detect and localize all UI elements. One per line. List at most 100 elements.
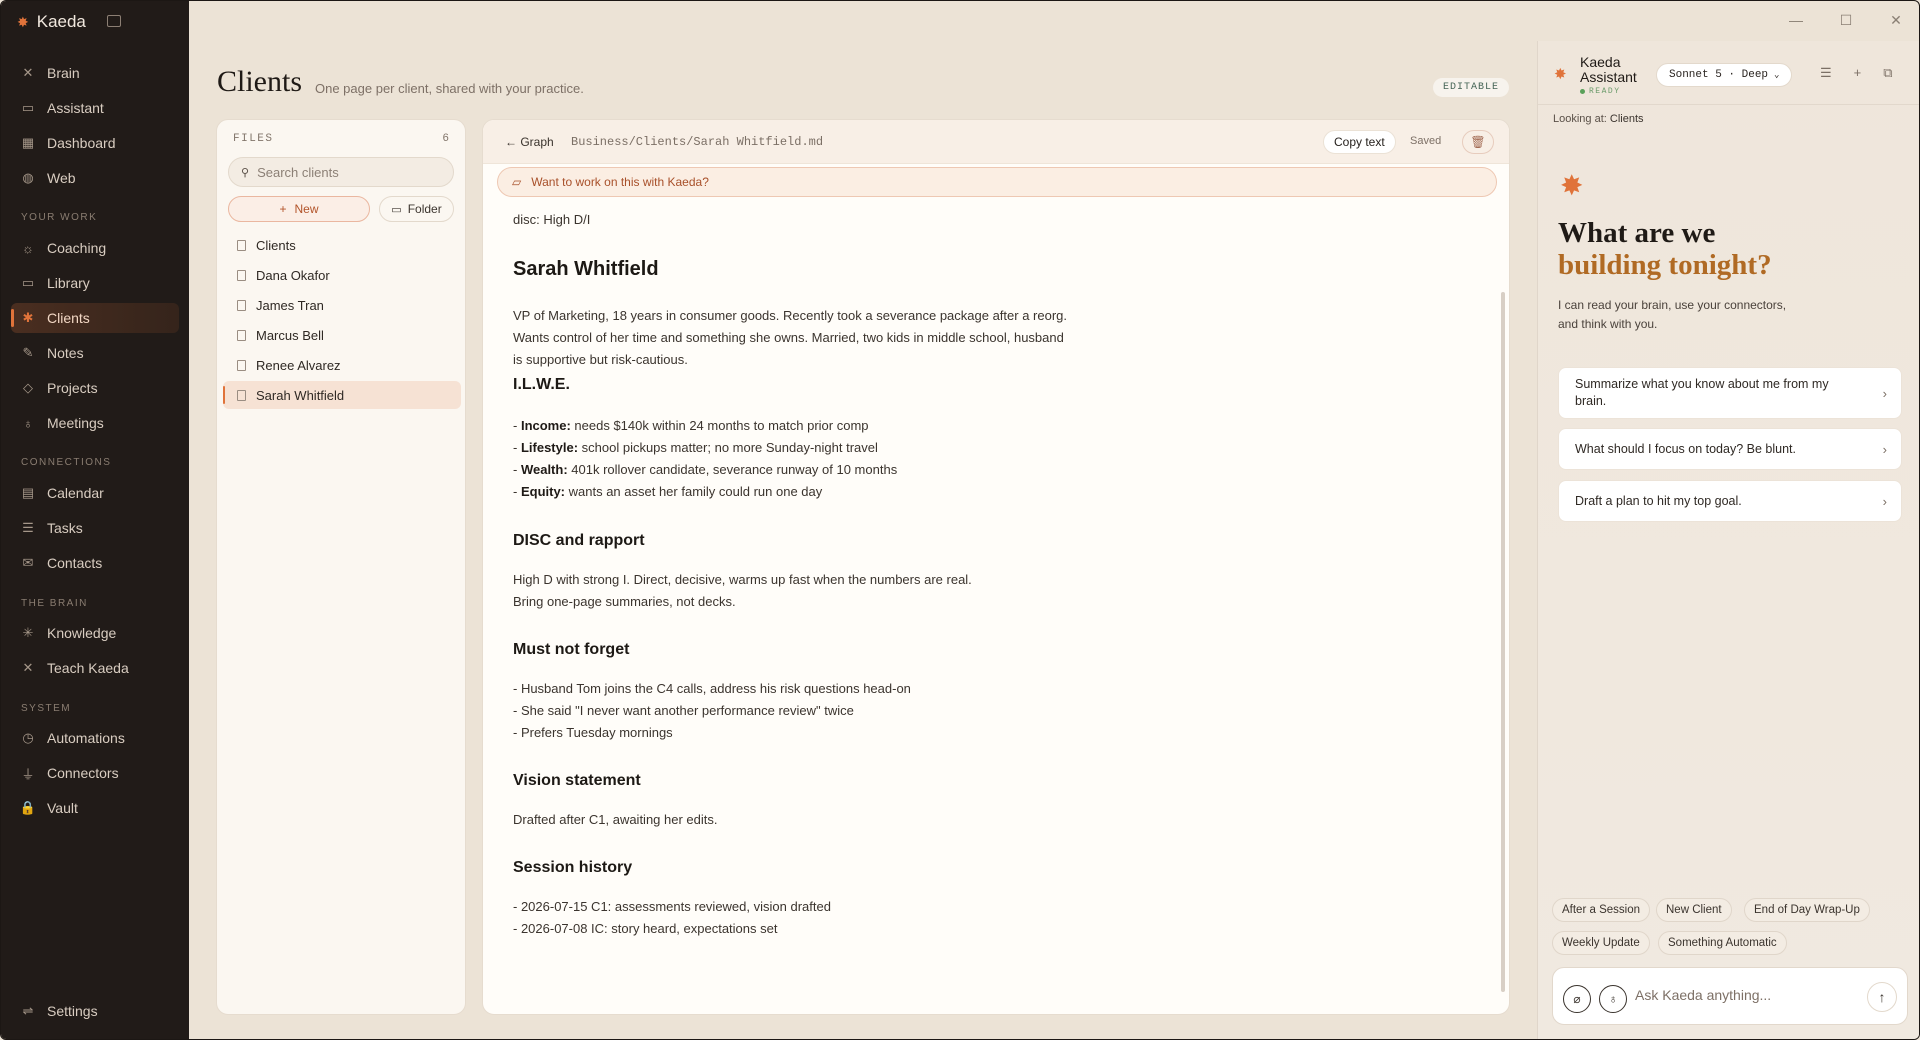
editor-panel: ← Graph Business/Clients/Sarah Whitfield…	[482, 119, 1510, 1015]
file-item-renee-alvarez[interactable]: Renee Alvarez	[223, 351, 461, 379]
sidebar-item-connectors[interactable]: ⏚ Connectors	[11, 758, 179, 788]
editor-scrollbar[interactable]	[1501, 292, 1505, 992]
quick-action-chip[interactable]: After a Session	[1552, 898, 1650, 922]
file-item-dana-okafor[interactable]: Dana Okafor	[223, 261, 461, 289]
heading-disc: DISC and rapport	[513, 532, 645, 549]
sidebar-item-projects[interactable]: ◇ Projects	[11, 373, 179, 403]
sidebar-item-meetings[interactable]: ♁ Meetings	[11, 408, 179, 438]
quick-action-chip[interactable]: End of Day Wrap-Up	[1744, 898, 1870, 922]
send-arrow-icon[interactable]: ↑	[1867, 982, 1897, 1012]
suggestion-card[interactable]: Draft a plan to hit my top goal. ›	[1558, 480, 1902, 522]
mnf-item: - Prefers Tuesday mornings	[513, 725, 673, 740]
sidebar-item-assistant[interactable]: ▭ Assistant	[11, 93, 179, 123]
sidebar-item-tasks[interactable]: ☰ Tasks	[11, 513, 179, 543]
mnf-item: - Husband Tom joins the C4 calls, addres…	[513, 681, 911, 696]
network-icon: ✕	[22, 660, 34, 675]
quick-action-chip[interactable]: New Client	[1656, 898, 1732, 922]
minimize-icon[interactable]: —	[1789, 12, 1803, 28]
chat-icon: ▭	[21, 100, 35, 115]
attach-paperclip-icon[interactable]: ⌀	[1563, 985, 1591, 1013]
history-item: - 2026-07-15 C1: assessments reviewed, v…	[513, 899, 831, 914]
sidebar-toggle-icon[interactable]	[107, 15, 121, 27]
heading-must-not-forget: Must not forget	[513, 641, 630, 658]
editor-toolbar: ← Graph Business/Clients/Sarah Whitfield…	[483, 120, 1509, 164]
brand: ✸ Kaeda	[17, 11, 86, 33]
file-label: James Tran	[256, 297, 324, 313]
sidebar-item-label: Tasks	[47, 520, 83, 536]
heading-vision: Vision statement	[513, 772, 641, 789]
suggestion-card[interactable]: What should I focus on today? Be blunt. ›	[1558, 428, 1902, 470]
file-item-sarah-whitfield[interactable]: Sarah Whitfield	[223, 381, 461, 409]
sparkle-icon: ✳	[22, 625, 34, 640]
microphone-icon[interactable]: ♁	[1599, 985, 1627, 1013]
file-item-marcus-bell[interactable]: Marcus Bell	[223, 321, 461, 349]
calendar-icon: ▤	[21, 485, 35, 500]
sidebar-item-automations[interactable]: ◷ Automations	[11, 723, 179, 753]
looking-at: Looking at: Clients	[1553, 113, 1644, 125]
sidebar-item-label: Clients	[47, 310, 90, 326]
sidebar-item-label: Dashboard	[47, 135, 116, 151]
sidebar-item-knowledge[interactable]: ✳ Knowledge	[11, 618, 179, 648]
grid-icon: ▦	[21, 135, 35, 150]
pop-out-icon[interactable]: ⧉	[1883, 65, 1892, 81]
quick-action-chip[interactable]: Weekly Update	[1552, 931, 1650, 955]
looking-label: Looking at:	[1553, 113, 1607, 125]
sidebar-item-label: Automations	[47, 730, 125, 746]
files-count: 6	[442, 133, 449, 145]
new-file-button[interactable]: + New	[228, 196, 370, 222]
maple-leaf-icon: ✸	[1554, 66, 1567, 83]
sidebar-item-settings[interactable]: ⇌ Settings	[11, 996, 179, 1026]
ilwe-key: Equity:	[520, 484, 566, 499]
disc-line: High D with strong I. Direct, decisive, …	[513, 572, 972, 587]
maximize-icon[interactable]: ☐	[1839, 12, 1853, 28]
suggestion-text: What should I focus on today? Be blunt.	[1575, 441, 1796, 456]
chevron-right-icon: ›	[1882, 494, 1887, 509]
quick-action-chip[interactable]: Something Automatic	[1658, 931, 1787, 955]
sidebar-item-calendar[interactable]: ▤ Calendar	[11, 478, 179, 508]
model-selector[interactable]: Sonnet 5 · Deep ⌄	[1656, 63, 1793, 87]
trash-icon[interactable]: 🗑	[1462, 130, 1494, 154]
suggestion-card[interactable]: Summarize what you know about me from my…	[1558, 367, 1902, 419]
sidebar-item-coaching[interactable]: ☼ Coaching	[11, 233, 179, 263]
sidebar-item-library[interactable]: ▭ Library	[11, 268, 179, 298]
sidebar-item-contacts[interactable]: ✉ Contacts	[11, 548, 179, 578]
sidebar-item-label: Brain	[47, 65, 80, 81]
app-window: ✸ Kaeda ✕ Brain ▭ Assistant ▦ Dashboard ◍ We…	[0, 0, 1920, 1040]
sidebar-item-label: Calendar	[47, 485, 104, 501]
sidebar-item-label: Meetings	[47, 415, 104, 431]
assistant-panel: ✸ Kaeda Assistant READY Sonnet 5 · Deep ⌄…	[1537, 41, 1919, 1039]
sidebar-item-teach-kaeda[interactable]: ✕ Teach Kaeda	[11, 653, 179, 683]
sidebar-item-dashboard[interactable]: ▦ Dashboard	[11, 128, 179, 158]
heading-ilwe: I.L.W.E.	[513, 376, 570, 393]
file-icon	[237, 329, 246, 341]
work-with-kaeda-banner[interactable]: ▱ Want to work on this with Kaeda?	[497, 167, 1497, 197]
sidebar-item-clients[interactable]: ✱ Clients	[11, 303, 179, 333]
sidebar-item-brain[interactable]: ✕ Brain	[11, 58, 179, 88]
mnf-item: - She said "I never want another perform…	[513, 703, 854, 718]
file-label: Renee Alvarez	[256, 357, 341, 373]
search-input[interactable]	[257, 164, 438, 180]
graph-link[interactable]: ← Graph	[505, 135, 554, 149]
section-connections: CONNECTIONS	[21, 457, 112, 468]
sidebar-item-label: Settings	[47, 1003, 98, 1019]
copy-text-button[interactable]: Copy text	[1323, 130, 1396, 154]
file-icon	[237, 359, 246, 371]
file-item-clients[interactable]: Clients	[223, 231, 461, 259]
sidebar-item-notes[interactable]: ✎ Notes	[11, 338, 179, 368]
new-folder-button[interactable]: ▭ Folder	[379, 196, 454, 222]
history-list-icon[interactable]: ☰	[1820, 65, 1832, 81]
close-icon[interactable]: ✕	[1889, 12, 1903, 28]
sidebar-item-vault[interactable]: 🔒 Vault	[11, 793, 179, 823]
ilwe-text: needs $140k within 24 months to match pr…	[570, 418, 869, 433]
status-dot	[1580, 89, 1585, 94]
assistant-header: ✸ Kaeda Assistant READY Sonnet 5 · Deep ⌄…	[1538, 41, 1919, 105]
file-item-james-tran[interactable]: James Tran	[223, 291, 461, 319]
sidebar-item-label: Projects	[47, 380, 98, 396]
maple-leaf-icon: ✸	[1560, 170, 1584, 201]
sidebar-item-web[interactable]: ◍ Web	[11, 163, 179, 193]
lock-icon: 🔒	[19, 800, 37, 815]
search-icon: ⚲	[241, 166, 250, 179]
new-chat-plus-icon[interactable]: +	[1854, 65, 1862, 81]
chat-input[interactable]	[1635, 984, 1855, 1006]
chevron-down-icon: ⌄	[1774, 70, 1780, 80]
